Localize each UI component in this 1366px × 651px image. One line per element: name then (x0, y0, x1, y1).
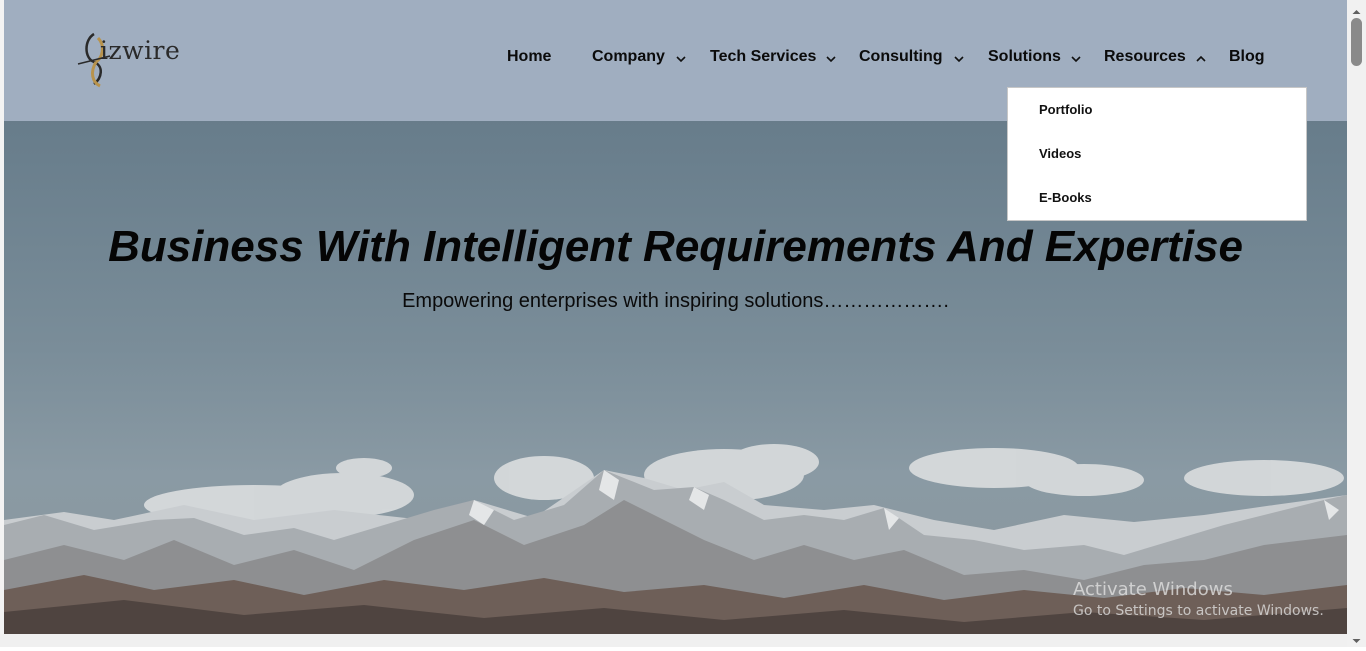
nav-item-tech-services[interactable]: Tech Services (710, 48, 816, 70)
scroll-down-arrow-icon[interactable] (1351, 633, 1362, 643)
windows-activation-title: Activate Windows (1073, 579, 1233, 600)
dropdown-item-ebooks[interactable]: E-Books (1039, 190, 1092, 205)
nav-item-home[interactable]: Home (507, 48, 551, 70)
page-bottom-edge (0, 634, 1347, 647)
hero-subtitle: Empowering enterprises with inspiring so… (402, 290, 949, 312)
nav-item-resources[interactable]: Resources (1104, 48, 1186, 70)
dropdown-item-videos[interactable]: Videos (1039, 146, 1081, 161)
scroll-up-arrow-icon[interactable] (1351, 4, 1362, 14)
chevron-down-icon[interactable] (1069, 52, 1083, 66)
nav-item-company[interactable]: Company (592, 48, 665, 70)
windows-activation-subtitle: Go to Settings to activate Windows. (1073, 603, 1324, 619)
resources-dropdown-menu: Portfolio Videos E-Books (1007, 87, 1307, 221)
dropdown-item-portfolio[interactable]: Portfolio (1039, 102, 1092, 117)
nav-item-consulting[interactable]: Consulting (859, 48, 943, 70)
chevron-up-icon[interactable] (1194, 52, 1208, 66)
chevron-down-icon[interactable] (824, 52, 838, 66)
chevron-down-icon[interactable] (952, 52, 966, 66)
page-viewport: izwire Home Company Tech Services Consul… (4, 0, 1347, 634)
hero-title: Business With Intelligent Requirements A… (108, 222, 1243, 271)
chevron-down-icon[interactable] (674, 52, 688, 66)
nav-item-blog[interactable]: Blog (1229, 48, 1265, 70)
scrollbar-thumb[interactable] (1351, 18, 1362, 66)
nav-item-solutions[interactable]: Solutions (988, 48, 1061, 70)
vertical-scrollbar[interactable] (1347, 0, 1366, 647)
